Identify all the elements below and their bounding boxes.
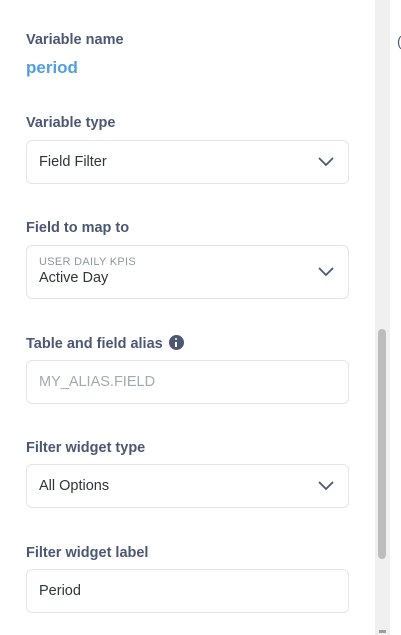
chevron-down-icon	[318, 157, 334, 166]
table-field-alias-label-row: Table and field alias	[26, 335, 184, 352]
scrollbar-down-arrow[interactable]	[379, 630, 386, 633]
filter-widget-label-input[interactable]: Period	[26, 569, 349, 613]
field-to-map-to-label: Field to map to	[26, 220, 130, 236]
variable-name-value: period	[26, 58, 78, 77]
table-field-alias-input[interactable]: MY_ALIAS.FIELD	[26, 360, 349, 404]
chevron-down-icon	[318, 481, 334, 490]
variable-type-label: Variable type	[26, 115, 116, 131]
table-field-alias-placeholder: MY_ALIAS.FIELD	[39, 374, 156, 390]
variable-settings-panel: Variable name period Variable type Field…	[0, 0, 375, 635]
field-to-map-to-select[interactable]: USER DAILY KPIS Active Day	[26, 245, 349, 299]
filter-widget-label-value: Period	[39, 583, 81, 599]
variable-type-selected: Field Filter	[39, 154, 107, 170]
field-name: Active Day	[39, 270, 109, 286]
adjacent-pane-edge	[391, 0, 401, 635]
chevron-down-icon	[318, 267, 334, 276]
info-icon[interactable]	[168, 335, 184, 350]
filter-widget-label-label: Filter widget label	[26, 545, 149, 561]
scrollbar-thumb[interactable]	[378, 329, 386, 559]
variable-type-select[interactable]: Field Filter	[26, 140, 349, 184]
variable-name-label: Variable name	[26, 32, 124, 48]
filter-widget-type-selected: All Options	[39, 478, 110, 494]
filter-widget-type-label: Filter widget type	[26, 440, 146, 456]
adjacent-pane-glyph: (	[397, 33, 401, 49]
filter-widget-type-select[interactable]: All Options	[26, 464, 349, 508]
table-field-alias-label: Table and field alias	[26, 336, 163, 352]
field-table-name: USER DAILY KPIS	[39, 256, 137, 268]
